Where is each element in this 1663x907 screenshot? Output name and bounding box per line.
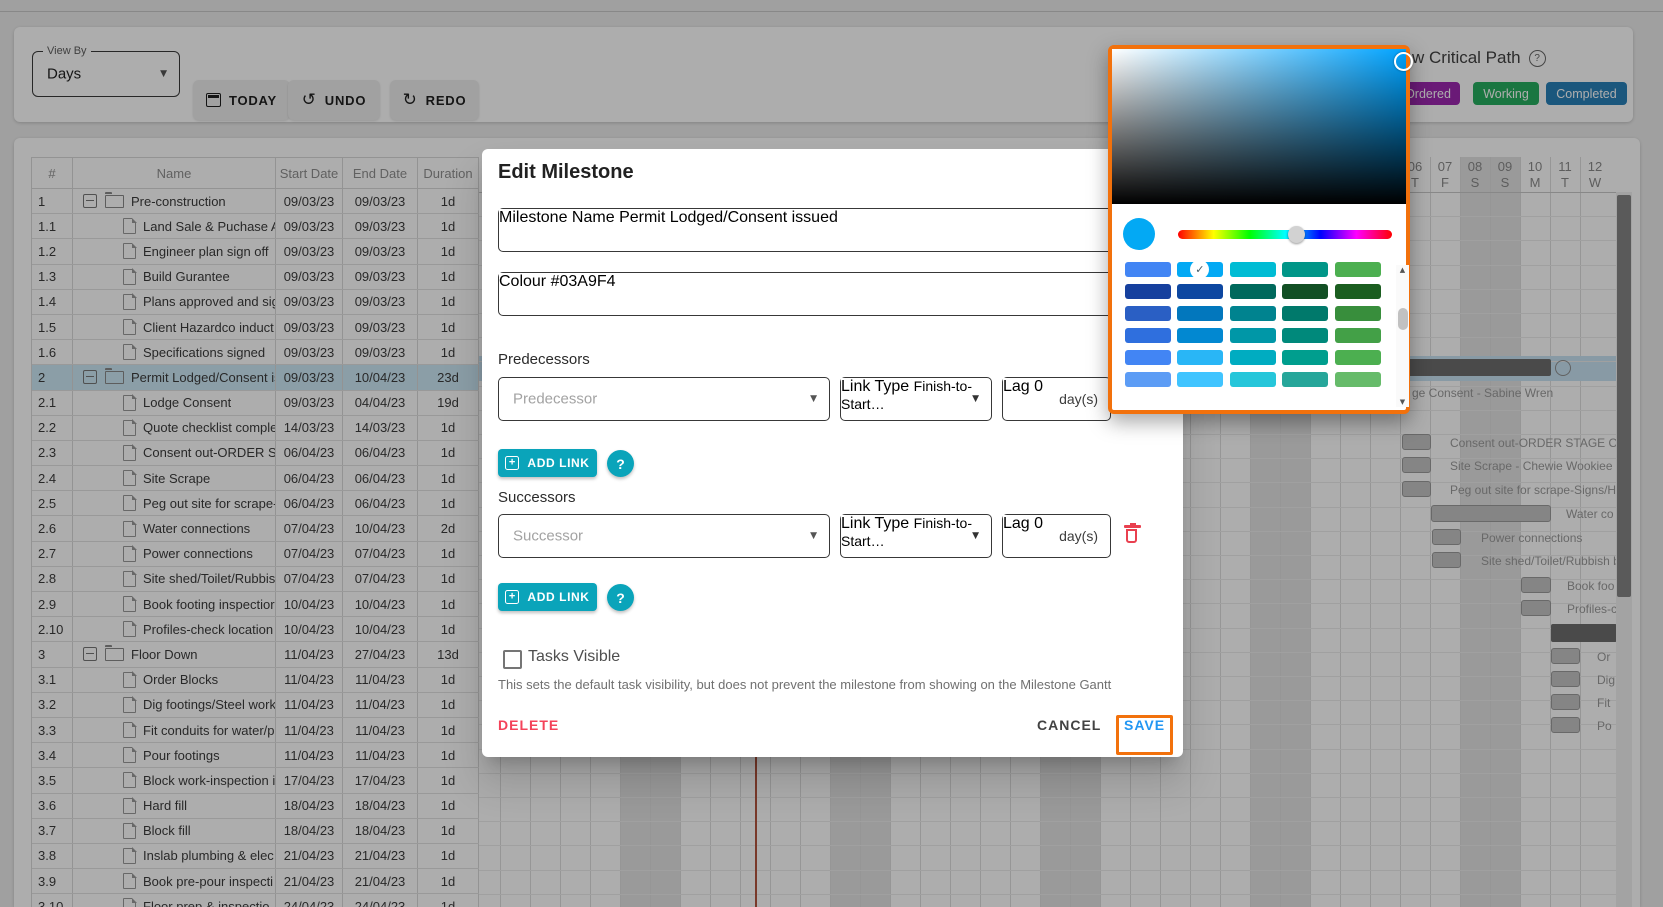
colour-swatch[interactable] [1334, 350, 1381, 365]
colour-swatch[interactable] [1125, 306, 1171, 321]
colour-field[interactable]: Colour #03A9F4 [498, 272, 1153, 316]
add-link-icon [505, 456, 520, 470]
colour-swatch[interactable] [1177, 350, 1224, 365]
tasks-visible-checkbox[interactable] [503, 650, 522, 669]
save-highlight-outline [1116, 715, 1173, 755]
app-root: View By Days TODAY ↺ UNDO ↻ REDO w Criti… [0, 0, 1663, 907]
successor-help-button[interactable]: ? [607, 584, 634, 611]
colour-swatch[interactable] [1125, 284, 1171, 299]
predecessor-link-type-select[interactable]: Link Type Finish-to-Start… [840, 377, 992, 421]
colour-swatch[interactable] [1229, 372, 1276, 387]
successor-link-type-select[interactable]: Link Type Finish-to-Start… [840, 514, 992, 558]
colour-swatch[interactable] [1282, 306, 1329, 321]
colour-swatch[interactable] [1125, 350, 1171, 365]
cancel-button[interactable]: CANCEL [1037, 717, 1101, 733]
colour-swatch[interactable] [1334, 262, 1381, 277]
trash-icon [1124, 525, 1141, 528]
successor-placeholder: Successor [513, 527, 584, 545]
hue-slider[interactable] [1178, 226, 1392, 243]
predecessor-lag-field[interactable]: Lag 0 day(s) [1002, 377, 1111, 421]
colour-swatch[interactable] [1229, 284, 1276, 299]
link-type-label: Link Type [841, 378, 910, 395]
colour-swatch[interactable] [1177, 262, 1224, 279]
add-predecessor-link-button[interactable]: ADD LINK [498, 449, 597, 477]
predecessors-heading: Predecessors [498, 351, 590, 368]
colour-picker-popup: ▲ ▼ [1108, 45, 1413, 414]
scroll-up-icon[interactable]: ▲ [1396, 266, 1409, 274]
colour-swatch[interactable] [1125, 328, 1171, 343]
colour-swatch[interactable] [1177, 328, 1224, 343]
dialog-title: Edit Milestone [498, 161, 634, 183]
colour-swatch[interactable] [1177, 284, 1224, 299]
colour-swatch[interactable] [1282, 262, 1329, 277]
colour-swatch[interactable] [1177, 306, 1224, 321]
delete-successor-button[interactable] [1122, 523, 1143, 546]
delete-button[interactable]: DELETE [498, 717, 559, 733]
lag-suffix: day(s) [1059, 391, 1098, 407]
lag-label: Lag [1003, 378, 1030, 395]
question-mark-icon: ? [616, 589, 625, 606]
add-successor-link-button[interactable]: ADD LINK [498, 583, 597, 611]
colour-swatch[interactable] [1282, 372, 1329, 387]
chevron-down-icon [972, 531, 979, 541]
colour-swatch[interactable] [1229, 328, 1276, 343]
successors-heading: Successors [498, 489, 576, 506]
lag-suffix: day(s) [1059, 528, 1098, 544]
colour-swatch[interactable] [1282, 284, 1329, 299]
swatch-grid [1112, 262, 1392, 406]
milestone-name-field[interactable]: Milestone Name Permit Lodged/Consent iss… [498, 208, 1153, 252]
colour-swatch[interactable] [1125, 372, 1171, 387]
scrollbar-thumb[interactable] [1397, 308, 1408, 330]
lag-value: 0 [1034, 515, 1044, 532]
scroll-down-icon[interactable]: ▼ [1396, 398, 1409, 406]
colour-value: #03A9F4 [550, 273, 616, 290]
add-link-label: ADD LINK [527, 590, 590, 604]
edit-milestone-dialog: Edit Milestone Milestone Name Permit Lod… [482, 149, 1183, 757]
colour-swatch[interactable] [1334, 306, 1381, 321]
saturation-gradient[interactable] [1112, 49, 1406, 204]
colour-swatch[interactable] [1282, 328, 1329, 343]
add-link-icon [505, 590, 520, 604]
lag-label: Lag [1003, 515, 1030, 532]
colour-swatch[interactable] [1229, 262, 1276, 277]
question-mark-icon: ? [616, 455, 625, 472]
colour-preview-swatch [1123, 218, 1155, 250]
colour-swatch[interactable] [1334, 284, 1381, 299]
hue-slider-handle[interactable] [1287, 226, 1305, 243]
predecessor-select[interactable]: Predecessor [498, 377, 830, 421]
colour-swatch[interactable] [1177, 372, 1224, 387]
swatch-scrollbar[interactable]: ▲ ▼ [1396, 265, 1409, 407]
chevron-down-icon [810, 531, 817, 541]
milestone-name-label: Milestone Name [499, 209, 615, 226]
tasks-visible-helper-text: This sets the default task visibility, b… [498, 677, 1112, 692]
colour-swatch[interactable] [1282, 350, 1329, 365]
link-type-label: Link Type [841, 515, 910, 532]
selected-check-icon [1190, 262, 1210, 279]
lag-value: 0 [1034, 378, 1044, 395]
colour-swatch[interactable] [1334, 328, 1381, 343]
colour-label: Colour [499, 273, 547, 290]
tasks-visible-label: Tasks Visible [528, 648, 621, 665]
successor-lag-field[interactable]: Lag 0 day(s) [1002, 514, 1111, 558]
colour-swatch[interactable] [1229, 350, 1276, 365]
colour-swatch[interactable] [1334, 372, 1381, 387]
predecessor-help-button[interactable]: ? [607, 450, 634, 477]
milestone-name-value: Permit Lodged/Consent issued [619, 209, 838, 226]
colour-swatch[interactable] [1229, 306, 1276, 321]
gradient-handle[interactable] [1394, 52, 1413, 71]
add-link-label: ADD LINK [527, 456, 590, 470]
colour-swatch[interactable] [1125, 262, 1171, 277]
predecessor-placeholder: Predecessor [513, 390, 598, 408]
chevron-down-icon [810, 394, 817, 404]
successor-select[interactable]: Successor [498, 514, 830, 558]
chevron-down-icon [972, 394, 979, 404]
